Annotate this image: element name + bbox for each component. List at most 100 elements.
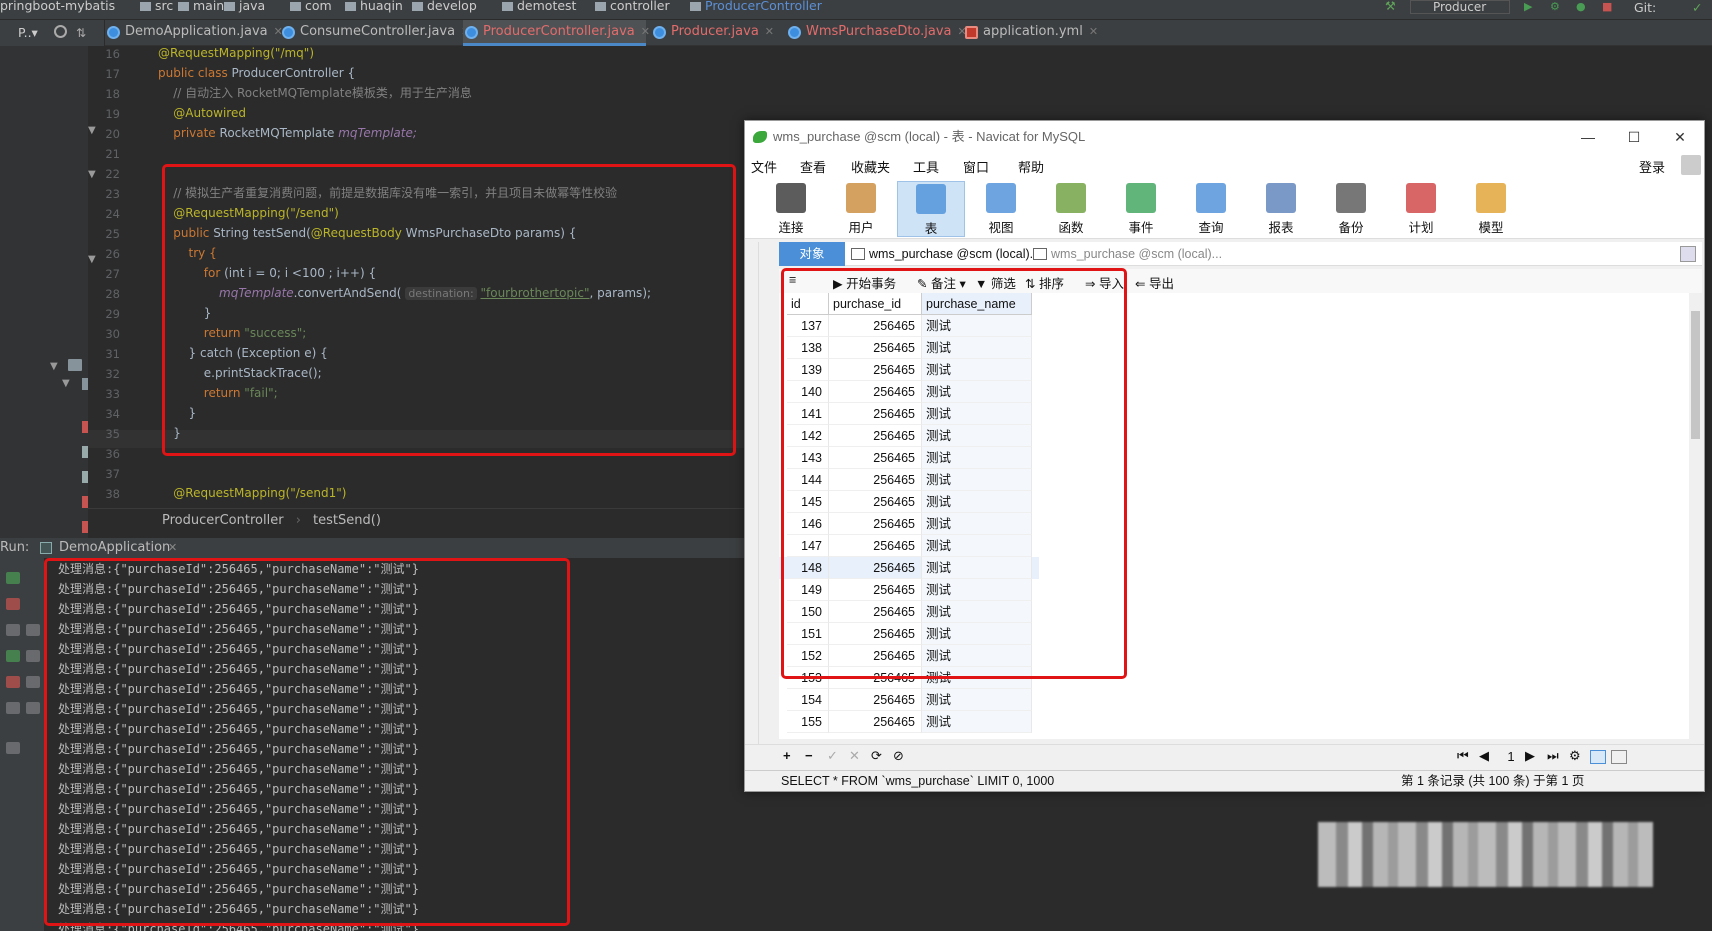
close-icon[interactable]: ✕ [168,541,177,554]
close-button[interactable]: ✕ [1657,121,1703,153]
cell-purchase-id[interactable]: 256465 [829,623,922,645]
begin-transaction-button[interactable]: ▶ 开始事务 [833,273,896,292]
cell-purchase-name[interactable]: 测试 [922,601,1032,623]
tab-producercontroller-java[interactable]: ProducerController.java ✕ [463,20,650,46]
toolbar-button-table[interactable]: 表 [897,181,965,237]
cell-id[interactable]: 150 [787,601,829,623]
table-row[interactable]: 145 256465 测试 [779,491,1039,513]
cell-id[interactable]: 149 [787,579,829,601]
minimize-button[interactable]: — [1565,121,1611,153]
breadcrumb-item[interactable]: demotest [502,0,576,12]
cell-purchase-name[interactable]: 测试 [922,469,1032,491]
cell-purchase-name[interactable]: 测试 [922,337,1032,359]
cell-purchase-id[interactable]: 256465 [829,513,922,535]
debug-icon[interactable] [6,650,20,662]
cell-id[interactable]: 145 [787,491,829,513]
cell-purchase-id[interactable]: 256465 [829,579,922,601]
table-row[interactable]: 148 256465 测试 [779,557,1039,579]
table-row[interactable]: 153 256465 测试 [779,667,1039,689]
toolbar-button-view[interactable]: 视图 [967,181,1035,237]
cell-id[interactable]: 141 [787,403,829,425]
cell-purchase-name[interactable]: 测试 [922,403,1032,425]
cell-id[interactable]: 137 [787,315,829,337]
target-icon[interactable] [54,25,67,38]
cell-id[interactable]: 148 [787,557,829,579]
cell-id[interactable]: 139 [787,359,829,381]
breadcrumb-item[interactable]: src [140,0,173,12]
cell-purchase-name[interactable]: 测试 [922,557,1032,579]
breadcrumb-item[interactable]: main [178,0,224,12]
toolbar-button-schedule[interactable]: 计划 [1387,181,1455,237]
cell-id[interactable]: 138 [787,337,829,359]
next-page-icon[interactable]: ▶ [1525,748,1535,764]
cell-id[interactable]: 143 [787,447,829,469]
maximize-button[interactable]: ☐ [1611,121,1657,153]
toolbar-button-user[interactable]: 用户 [827,181,895,237]
tab-producer-java[interactable]: Producer.java ✕ [651,20,781,46]
table-row[interactable]: 149 256465 测试 [779,579,1039,601]
cell-purchase-id[interactable]: 256465 [829,557,922,579]
breadcrumb-item[interactable]: java [224,0,265,12]
grid-view-icon[interactable] [1590,750,1606,764]
rerun-icon[interactable] [6,572,20,584]
cell-purchase-id[interactable]: 256465 [829,337,922,359]
camera-icon[interactable] [6,624,20,636]
cell-purchase-name[interactable]: 测试 [922,315,1032,337]
stop-icon[interactable]: ■ [1602,1,1614,13]
table-row[interactable]: 141 256465 测试 [779,403,1039,425]
tab-wmspurchasedto-java[interactable]: WmsPurchaseDto.java ✕ [786,20,967,46]
last-page-icon[interactable]: ⏭ [1547,748,1559,764]
breadcrumb-item[interactable]: develop [412,0,477,12]
pin-icon[interactable] [6,742,20,754]
toolbar-button-model[interactable]: 模型 [1457,181,1525,237]
cell-purchase-name[interactable]: 测试 [922,513,1032,535]
stop-query-icon[interactable]: ⊘ [893,748,904,764]
cell-purchase-id[interactable]: 256465 [829,403,922,425]
memo-button[interactable]: ✎ 备注 ▾ [917,273,966,292]
cell-purchase-id[interactable]: 256465 [829,359,922,381]
first-page-icon[interactable]: ⏮ [1457,748,1469,764]
table-row[interactable]: 146 256465 测试 [779,513,1039,535]
cell-purchase-name[interactable]: 测试 [922,447,1032,469]
prev-page-icon[interactable]: ◀ [1479,748,1489,764]
toolbar-button-query[interactable]: 查询 [1177,181,1245,237]
breadcrumb-item[interactable]: pringboot-mybatis [0,0,115,12]
add-record-icon[interactable]: + [783,748,791,763]
table-row[interactable]: 154 256465 测试 [779,689,1039,711]
refresh-icon[interactable]: ⟳ [871,748,882,764]
cell-purchase-id[interactable]: 256465 [829,315,922,337]
tab-table-data[interactable]: wms_purchase @scm (local)... [849,242,1040,266]
cell-purchase-id[interactable]: 256465 [829,601,922,623]
run-icon[interactable]: ▶ [1524,1,1536,13]
cell-purchase-name[interactable]: 测试 [922,645,1032,667]
cell-purchase-id[interactable]: 256465 [829,645,922,667]
cell-purchase-name[interactable]: 测试 [922,535,1032,557]
breadcrumb-item[interactable]: com [290,0,332,12]
close-icon[interactable]: ✕ [1089,25,1098,38]
project-label[interactable]: P..▾ [18,25,38,40]
menu-view[interactable]: 查看 [800,157,826,176]
table-row[interactable]: 139 256465 测试 [779,359,1039,381]
cell-purchase-name[interactable]: 测试 [922,623,1032,645]
breadcrumb-class[interactable]: ProducerController [162,513,284,528]
cell-id[interactable]: 147 [787,535,829,557]
commit-icon[interactable]: ✓ [1692,0,1702,15]
cell-purchase-name[interactable]: 测试 [922,381,1032,403]
collapse-icon[interactable]: ⇅ [76,26,86,40]
cell-id[interactable]: 140 [787,381,829,403]
cell-purchase-id[interactable]: 256465 [829,469,922,491]
menu-help[interactable]: 帮助 [1018,157,1044,176]
cell-id[interactable]: 151 [787,623,829,645]
cell-purchase-name[interactable]: 测试 [922,425,1032,447]
build-icon[interactable]: ⚒ [1385,0,1397,13]
table-row[interactable]: 144 256465 测试 [779,469,1039,491]
column-header-purchase-name[interactable]: purchase_name [922,293,1032,315]
close-icon[interactable]: ✕ [641,25,650,38]
trash-icon[interactable] [26,702,40,714]
table-row[interactable]: 143 256465 测试 [779,447,1039,469]
cell-id[interactable]: 144 [787,469,829,491]
form-view-icon[interactable] [1611,750,1627,764]
scrollbar-thumb[interactable] [1691,311,1700,439]
cell-purchase-name[interactable]: 测试 [922,579,1032,601]
side-collapse-strip[interactable] [745,242,759,767]
